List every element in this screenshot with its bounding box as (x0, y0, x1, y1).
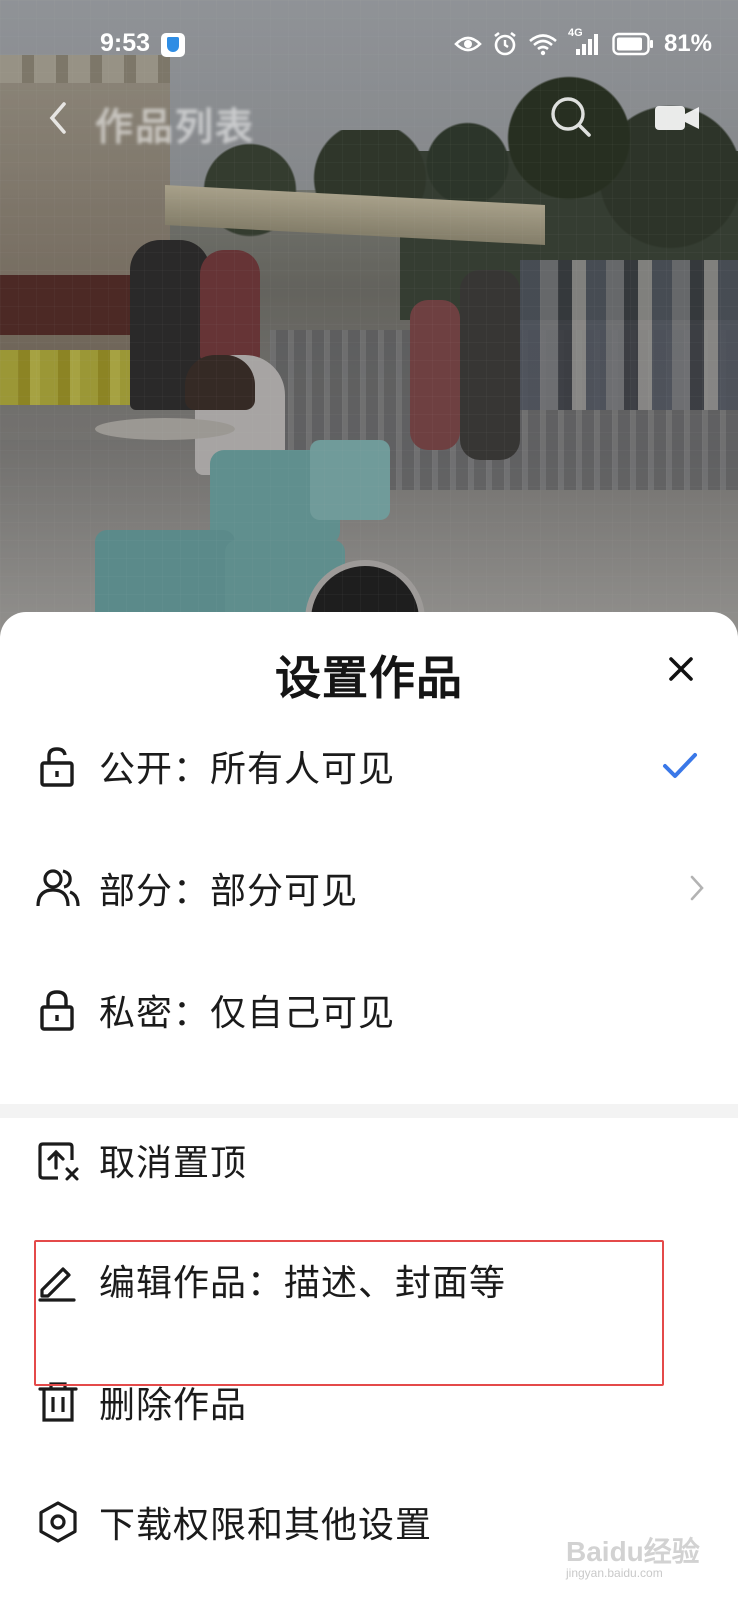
battery-percentage: 81% (663, 30, 712, 57)
alarm-icon (494, 31, 516, 56)
users-icon (36, 869, 80, 907)
action-label: 取消置顶 (99, 1143, 248, 1184)
action-label: 下载权限和其他设置 (99, 1505, 433, 1546)
check-icon (663, 753, 697, 778)
action-unpin[interactable]: 取消置顶 (0, 1120, 738, 1200)
unpin-icon (38, 1142, 79, 1181)
unlock-icon (40, 747, 74, 787)
chevron-left-icon[interactable] (44, 98, 72, 138)
watermark-brand: Baidu经验 (566, 1536, 700, 1567)
security-shield-icon (161, 33, 185, 57)
visibility-option-partial[interactable]: 部分：部分可见 (0, 848, 738, 928)
visibility-option-label: 部分：部分可见 (99, 871, 359, 912)
lock-icon (40, 990, 74, 1031)
top-navigation: 作品列表 (0, 88, 738, 152)
battery-icon (612, 32, 653, 56)
search-icon[interactable] (548, 94, 594, 140)
status-bar: 9:53 4G 81% (0, 0, 738, 90)
visibility-option-public[interactable]: 公开：所有人可见 (0, 726, 738, 806)
settings-hexagon-icon (39, 1501, 77, 1543)
signal-icon: 4G (568, 27, 602, 57)
camera-icon[interactable] (655, 104, 699, 132)
trash-icon (38, 1382, 78, 1422)
sheet-title: 设置作品 (275, 651, 463, 705)
settings-bottom-sheet: 设置作品 公开：所有人可见 部分：部分可见 私密：仅自己可见 取消置顶 编辑作品… (0, 612, 738, 1600)
eye-icon (454, 36, 482, 52)
visibility-option-private[interactable]: 私密：仅自己可见 (0, 970, 738, 1050)
highlight-box (34, 1240, 664, 1386)
chevron-right-icon (690, 875, 704, 901)
watermark-url: jingyan.baidu.com (566, 1566, 663, 1580)
visibility-option-label: 私密：仅自己可见 (99, 993, 396, 1034)
page-title: 作品列表 (95, 105, 256, 149)
section-divider (0, 1104, 738, 1118)
visibility-option-label: 公开：所有人可见 (99, 749, 396, 790)
status-time: 9:53 (100, 29, 151, 57)
close-icon[interactable] (664, 652, 698, 686)
wifi-icon (529, 34, 557, 56)
